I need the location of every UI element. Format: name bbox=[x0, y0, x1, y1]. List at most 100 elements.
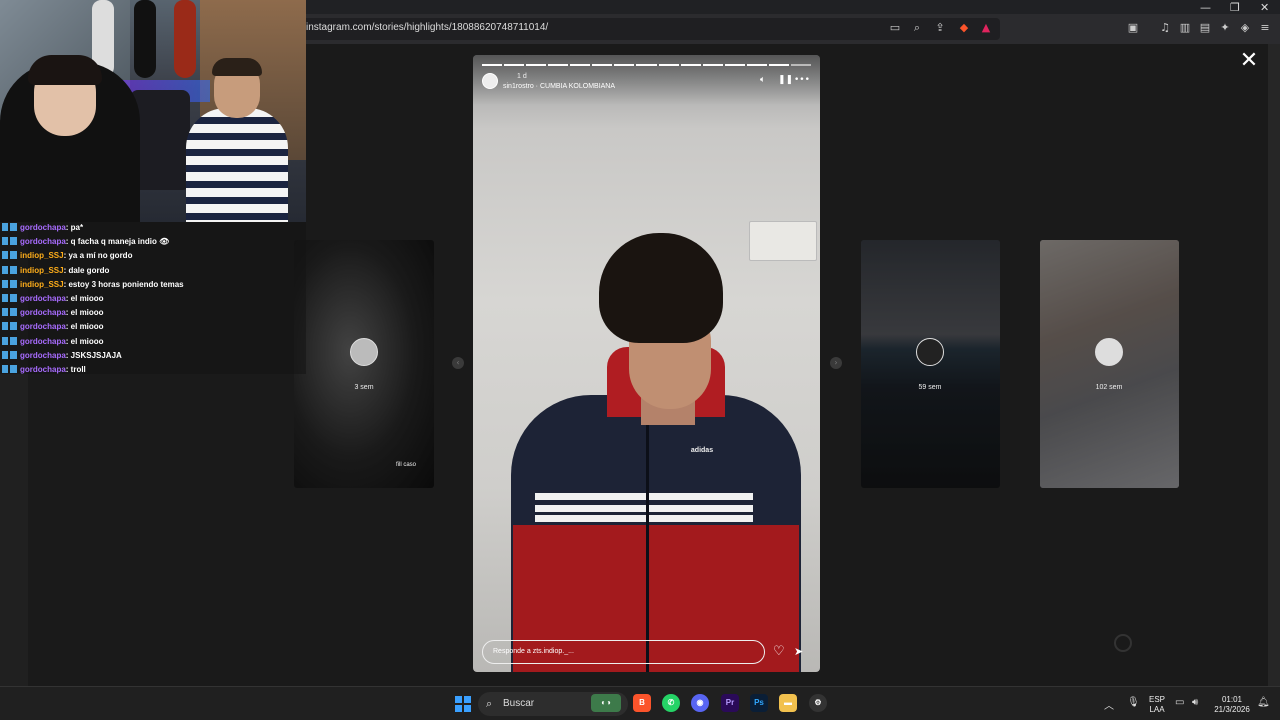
zoom-icon[interactable]: ⌕ bbox=[909, 20, 925, 36]
close-window-button[interactable]: ✕ bbox=[1260, 1, 1269, 14]
chat-text: : ya a mí no gordo bbox=[63, 251, 133, 261]
preview-avatar bbox=[916, 338, 944, 366]
story-music-label[interactable]: sin1rostro · CUMBIA KOLOMBIANA bbox=[503, 83, 615, 90]
chat-badge-icon bbox=[2, 294, 17, 302]
guest-body bbox=[186, 108, 288, 222]
guitar bbox=[134, 0, 156, 78]
brave-rewards-icon[interactable]: ▲ bbox=[978, 20, 994, 36]
pause-icon[interactable]: ❚❚ bbox=[778, 75, 793, 85]
media-icon[interactable]: ♫ bbox=[1157, 20, 1173, 36]
chat-username[interactable]: gordochapa bbox=[20, 322, 66, 331]
chat-badge-icon bbox=[2, 336, 17, 345]
story-preview-later[interactable]: 102 sem bbox=[1040, 240, 1179, 488]
chat-username[interactable]: indiop_SSJ bbox=[20, 251, 64, 260]
restore-button[interactable]: ❐ bbox=[1230, 1, 1240, 14]
send-icon[interactable]: ➤ bbox=[794, 645, 803, 658]
cast-icon[interactable]: ▭ bbox=[887, 20, 903, 36]
brave-app-icon[interactable]: B bbox=[633, 694, 651, 712]
vpn-icon[interactable]: ◈ bbox=[1237, 20, 1253, 36]
file-explorer-icon[interactable]: ▬ bbox=[779, 694, 797, 712]
discord-app-icon[interactable]: ◉ bbox=[691, 694, 709, 712]
steam-app-icon[interactable]: ⚙ bbox=[809, 694, 827, 712]
loading-spinner-icon bbox=[1114, 634, 1132, 652]
chat-username[interactable]: gordochapa bbox=[20, 351, 66, 360]
chat-text: : el miooo bbox=[65, 336, 104, 346]
menu-icon[interactable]: ≡ bbox=[1257, 20, 1273, 36]
windows-start-icon[interactable] bbox=[455, 696, 471, 712]
chat-username[interactable]: gordochapa bbox=[20, 337, 66, 346]
story-frame[interactable]: adidas 1 d sin1rostro · CUMBIA KOLOMBIAN… bbox=[473, 55, 820, 672]
premiere-app-icon[interactable]: Pr bbox=[721, 694, 739, 712]
reply-placeholder: Responde a zts.indiop._... bbox=[493, 648, 574, 655]
chat-badge-icon bbox=[2, 251, 17, 260]
chat-text: : pa* bbox=[65, 223, 84, 232]
story-progress-segment bbox=[702, 64, 723, 66]
story-progress-segment bbox=[768, 64, 789, 66]
share-icon[interactable]: ⇪ bbox=[932, 20, 948, 36]
chat-badge-icon bbox=[2, 265, 17, 274]
chat-badge-icon bbox=[2, 350, 17, 359]
network-icon[interactable]: ▭ bbox=[1175, 697, 1184, 708]
chat-username[interactable]: gordochapa bbox=[20, 294, 66, 303]
tab-search-icon[interactable]: ▣ bbox=[1125, 20, 1141, 36]
jacket-stripe bbox=[535, 505, 753, 512]
chat-badge-icon bbox=[2, 322, 17, 331]
copilot-app-icon[interactable]: ◐◑ bbox=[591, 694, 621, 712]
tray-overflow-icon[interactable]: ︿ bbox=[1104, 697, 1114, 712]
chat-text: : JSKSJSJAJA bbox=[65, 350, 122, 360]
leo-icon[interactable]: ✦ bbox=[1217, 20, 1233, 36]
chat-message: gordochapa: JSKSJSJAJA bbox=[2, 350, 122, 364]
story-progress-segment bbox=[482, 64, 503, 66]
microphone-icon[interactable]: 🎙︎ bbox=[1127, 697, 1140, 708]
volume-icon[interactable]: 🔊︎ bbox=[1192, 697, 1198, 708]
sidebar-icon[interactable]: ▥ bbox=[1177, 20, 1193, 36]
chat-username[interactable]: indiop_SSJ bbox=[20, 280, 64, 289]
preview-avatar bbox=[1095, 338, 1123, 366]
brave-shield-icon[interactable]: ◆ bbox=[956, 20, 972, 36]
chat-username[interactable]: gordochapa bbox=[20, 223, 66, 232]
chat-message: indiop_SSJ: dale gordo bbox=[2, 265, 109, 279]
chat-badge-icon bbox=[2, 279, 17, 288]
mute-icon[interactable]: 🔈︎ bbox=[760, 75, 765, 85]
chat-badge-icon bbox=[2, 223, 17, 231]
story-avatar[interactable] bbox=[482, 73, 498, 89]
notification-icon[interactable]: 🔔︎ bbox=[1257, 697, 1270, 708]
page-scrollbar[interactable] bbox=[1268, 44, 1280, 686]
more-options-icon[interactable]: ••• bbox=[794, 75, 810, 85]
like-icon[interactable]: ♡ bbox=[773, 644, 785, 659]
screen: — ❐ ✕ instagram.com/stories/highlights/1… bbox=[0, 0, 1280, 720]
clock-time[interactable]: 01:01 bbox=[1210, 695, 1254, 704]
whatsapp-app-icon[interactable]: ✆ bbox=[662, 694, 680, 712]
chat-text: : dale gordo bbox=[63, 265, 110, 275]
chat-username[interactable]: gordochapa bbox=[20, 308, 66, 317]
story-progress-segment bbox=[636, 64, 657, 66]
story-progress-segment bbox=[592, 64, 613, 66]
chat-overlay: gordochapa: pa* gordochapa: q facha q man… bbox=[0, 222, 306, 374]
language-variant[interactable]: LAA bbox=[1147, 705, 1167, 714]
jacket-stripe bbox=[535, 515, 753, 522]
wall-switch bbox=[749, 221, 817, 261]
url-text[interactable]: instagram.com/stories/highlights/1808862… bbox=[306, 22, 548, 33]
photoshop-app-icon[interactable]: Ps bbox=[750, 694, 768, 712]
chat-message: gordochapa: troll bbox=[2, 364, 86, 378]
chat-message: indiop_SSJ: estoy 3 horas poniendo temas bbox=[2, 279, 184, 293]
next-story-button[interactable]: › bbox=[830, 357, 842, 369]
chat-username[interactable]: indiop_SSJ bbox=[20, 266, 64, 275]
story-preview-next[interactable]: 59 sem bbox=[861, 240, 1000, 488]
story-preview-previous[interactable]: 3 sem fill caso bbox=[294, 240, 434, 488]
chat-text: : q facha q maneja indio 👁 bbox=[65, 237, 170, 247]
clock-date[interactable]: 21/3/2026 bbox=[1210, 705, 1254, 714]
language-indicator[interactable]: ESP bbox=[1147, 695, 1167, 704]
jacket-stripe bbox=[535, 493, 753, 500]
hair bbox=[599, 233, 723, 343]
preview-caption: fill caso bbox=[395, 462, 416, 468]
close-story-icon[interactable]: ✕ bbox=[1238, 50, 1260, 72]
jacket-zipper bbox=[646, 395, 649, 672]
chat-username[interactable]: gordochapa bbox=[20, 237, 66, 246]
minimize-button[interactable]: — bbox=[1200, 1, 1211, 14]
chat-username[interactable]: gordochapa bbox=[20, 365, 66, 374]
wallet-icon[interactable]: ▤ bbox=[1197, 20, 1213, 36]
previous-story-button[interactable]: ‹ bbox=[452, 357, 464, 369]
jacket-logo: adidas bbox=[690, 447, 714, 454]
chat-text: : el miooo bbox=[65, 294, 104, 303]
